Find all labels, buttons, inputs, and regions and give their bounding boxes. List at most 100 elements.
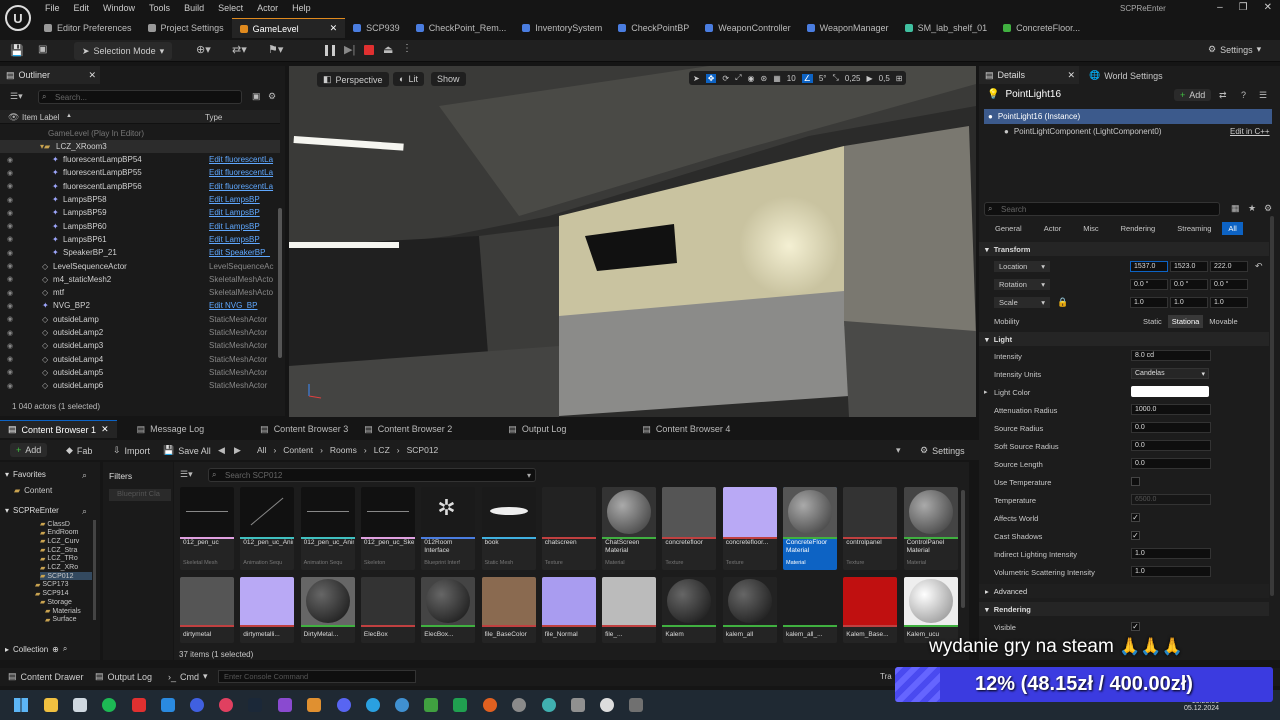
asset-tile[interactable]: ElecBox — [360, 577, 415, 643]
location-z[interactable]: 222.0 — [1210, 261, 1248, 272]
outliner-tab[interactable]: ▤ Outliner ✕ — [0, 66, 100, 84]
add-collection-icon[interactable]: ⊕ — [52, 645, 59, 654]
location-y[interactable]: 1523.0 — [1170, 261, 1208, 272]
outliner-row[interactable]: ◉ ◇ outsideLamp2 StaticMeshActor — [0, 326, 280, 339]
asset-tile[interactable]: ConcreteFloor Material Material — [783, 487, 837, 570]
visibility-icon[interactable]: ◉ — [7, 315, 13, 323]
maximize-viewport-icon[interactable]: ⊞ — [896, 74, 903, 83]
more-icon[interactable]: ☰ — [1259, 90, 1267, 101]
visibility-icon[interactable]: ◉ — [7, 275, 13, 283]
breadcrumb-item[interactable]: All — [257, 445, 266, 455]
actor-type[interactable]: Edit LampsBP — [209, 222, 260, 231]
add-component-button[interactable]: + Add — [1174, 89, 1212, 101]
filter-misc[interactable]: Misc — [1072, 222, 1109, 235]
cb-settings-button[interactable]: ⚙ Settings — [920, 445, 965, 456]
folder-tree-item[interactable]: ▰ LCZ_TRo — [40, 555, 78, 563]
rotation-z[interactable]: 0.0 ° — [1210, 279, 1248, 290]
folder-tree-item[interactable]: ▰ EndRoom — [40, 529, 79, 537]
document-tab[interactable]: InventorySystem — [514, 18, 610, 38]
asset-tile[interactable]: Kalem — [662, 577, 717, 643]
app-icon[interactable] — [542, 698, 556, 712]
world-icon[interactable]: ◉ — [748, 74, 755, 83]
gear-icon[interactable]: ⚙ — [268, 91, 276, 102]
scale-icon[interactable]: ⤢ — [735, 73, 741, 83]
folder-tree-item[interactable]: ▰ Storage — [40, 598, 72, 607]
grid-view-icon[interactable]: ▦ — [1231, 203, 1240, 214]
firefox-icon[interactable] — [483, 698, 497, 712]
document-tab[interactable]: Editor Preferences — [36, 18, 140, 38]
search-icon[interactable]: ⌕ — [82, 470, 87, 481]
asset-tile[interactable]: kalem_all_... — [783, 577, 837, 643]
visibility-icon[interactable]: ◉ — [7, 196, 13, 204]
tree-scrollbar[interactable] — [93, 520, 96, 620]
chevron-down-icon[interactable]: ▾ — [896, 445, 901, 456]
excel-icon[interactable] — [453, 698, 467, 712]
asset-tile[interactable]: DirtyMetal... — [300, 577, 355, 643]
app-icon[interactable] — [307, 698, 321, 712]
prop-value[interactable]: 0.0 — [1131, 422, 1211, 433]
tree-root[interactable]: GameLevel (Play In Editor) — [0, 127, 280, 140]
outliner-row[interactable]: ◉ ◇ outsideLamp6 StaticMeshActor — [0, 379, 280, 392]
prop-value[interactable]: 6500.0 — [1131, 494, 1211, 505]
document-tab[interactable]: SM_lab_shelf_01 — [897, 18, 996, 38]
outliner-row[interactable]: ◉ ✦ LampsBP61 Edit LampsBP — [0, 233, 280, 246]
menu-select[interactable]: Select — [218, 3, 243, 13]
asset-tile[interactable]: 012_pen_uc_Anim_uc... Animation Sequ — [240, 487, 295, 570]
breadcrumb-item[interactable]: LCZ — [374, 445, 390, 455]
outliner-row[interactable]: ◉ ✦ fluorescentLampBP54 Edit fluorescentLa — [0, 153, 280, 166]
outliner-row[interactable]: ◉ ✦ SpeakerBP_21 Edit SpeakerBP_ — [0, 246, 280, 259]
asset-tile[interactable]: book Static Mesh — [481, 487, 536, 570]
mobility-movable[interactable]: Movable — [1203, 315, 1243, 328]
close-icon[interactable]: ✕ — [330, 23, 338, 34]
affects-world-checkbox[interactable]: ✓ — [1131, 513, 1140, 522]
outliner-row[interactable]: ◉ ◇ outsideLamp3 StaticMeshActor — [0, 339, 280, 352]
content-browser-tab[interactable]: ▤ Content Browser 3 — [252, 420, 356, 438]
scale-y[interactable]: 1.0 — [1170, 297, 1208, 308]
rendering-section[interactable]: ▾ Rendering — [979, 602, 1269, 616]
telegram-icon[interactable] — [366, 698, 380, 712]
pause-icon[interactable] — [325, 45, 335, 56]
visibility-icon[interactable]: ◉ — [7, 262, 13, 270]
location-dropdown[interactable]: Location ▾ — [994, 261, 1050, 272]
content-browser-tab[interactable]: ▤ Content Browser 4 — [634, 420, 738, 438]
step-icon[interactable]: ▶| — [344, 43, 355, 56]
mobility-stationary[interactable]: Stationa — [1167, 315, 1204, 328]
content-browser-tab[interactable]: ▤ Content Browser 1 ✕ — [0, 420, 117, 438]
outliner-row[interactable]: ◉ ◇ outsideLamp4 StaticMeshActor — [0, 353, 280, 366]
angle-value[interactable]: 5° — [819, 74, 827, 83]
level-viewport[interactable]: ◧ Perspective ◐ Lit Show ➤ ✥ ⟳ ⤢ ◉ ⊛ ▦ 1… — [289, 66, 976, 417]
outliner-row[interactable]: ◉ ✦ LampsBP58 Edit LampsBP — [0, 193, 280, 206]
component-root-row[interactable]: ● PointLight16 (Instance) — [984, 109, 1272, 124]
folder-tree-item[interactable]: ▰ LCZ_XRo — [40, 564, 78, 572]
prop-value[interactable]: 0.0 — [1131, 458, 1211, 469]
asset-tile[interactable]: ElecBox... — [421, 577, 476, 643]
file-explorer-icon[interactable] — [44, 698, 58, 712]
folder-tree-item[interactable]: ▰ Materials — [45, 607, 81, 616]
asset-tile[interactable]: kalem_all — [722, 577, 777, 643]
blueprint-icon[interactable]: ⇄ — [1219, 90, 1227, 101]
component-row[interactable]: ● PointLightComponent (LightComponent0) — [1004, 127, 1162, 136]
prop-value[interactable]: 8.0 cd — [1131, 350, 1211, 361]
outliner-search-input[interactable]: ⌕ Search... — [38, 90, 242, 104]
rotate-icon[interactable]: ⟳ — [722, 74, 729, 83]
column-item-label[interactable]: Item Label — [22, 113, 59, 122]
asset-tile[interactable]: concretefloor Texture — [662, 487, 717, 570]
app-icon[interactable] — [73, 698, 87, 712]
actor-type[interactable]: Edit fluorescentLa — [209, 182, 273, 191]
app-icon[interactable] — [190, 698, 204, 712]
outliner-row[interactable]: ◉ ✦ fluorescentLampBP55 Edit fluorescentLa — [0, 166, 280, 179]
content-icon[interactable]: ▣ — [38, 44, 47, 55]
asset-tile[interactable]: Kalem_ucu — [903, 577, 958, 643]
reset-icon[interactable]: ↶ — [1255, 261, 1263, 272]
close-icon[interactable]: ✕ — [1264, 2, 1272, 13]
add-asset-button[interactable]: + Add — [10, 443, 48, 457]
document-tab[interactable]: WeaponController — [697, 18, 798, 38]
unreal-logo-icon[interactable]: U — [5, 5, 31, 31]
scale-x[interactable]: 1.0 — [1130, 297, 1168, 308]
prop-value[interactable]: 1.0 — [1131, 566, 1211, 577]
github-icon[interactable] — [512, 698, 526, 712]
details-tab[interactable]: ▤ Details ✕ — [979, 66, 1079, 84]
app-icon[interactable] — [629, 698, 643, 712]
visibility-icon[interactable]: ◉ — [7, 156, 13, 164]
rotation-x[interactable]: 0.0 ° — [1130, 279, 1168, 290]
